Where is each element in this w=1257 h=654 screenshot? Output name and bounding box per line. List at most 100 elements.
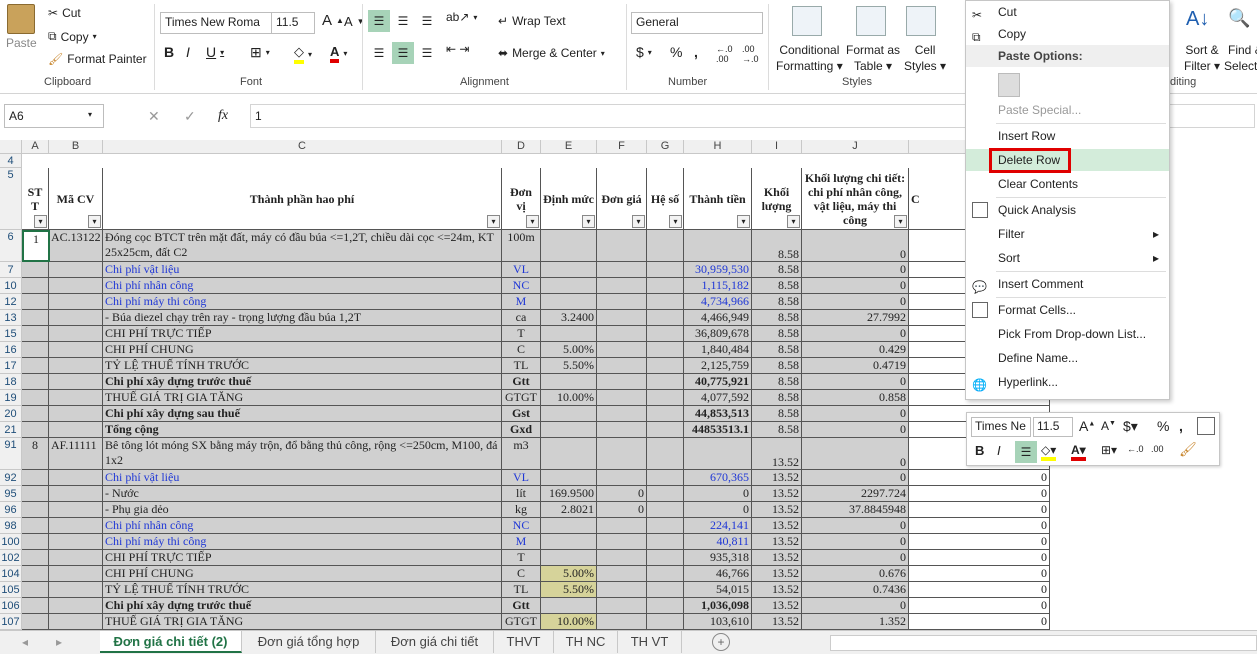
cell-f[interactable] <box>597 518 647 534</box>
filter-dropdown-icon[interactable]: ▾ <box>894 215 907 228</box>
fill-color-button[interactable]: ◇▾ <box>1041 443 1057 461</box>
number-format-select[interactable]: General <box>631 12 763 34</box>
cell-b[interactable] <box>49 310 103 326</box>
cell-c[interactable]: Tổng cộng <box>103 422 502 438</box>
mini-italic-button[interactable]: I <box>997 443 1001 458</box>
cell-j[interactable]: 0 <box>802 406 909 422</box>
borders-button[interactable]: ⊞▾ <box>250 44 270 61</box>
cell-f[interactable] <box>597 534 647 550</box>
cell-k[interactable]: 0 <box>909 486 1050 502</box>
cell-c[interactable]: Chi phí máy thi công <box>103 534 502 550</box>
cell-h[interactable]: 40,775,921 <box>684 374 752 390</box>
cell-h[interactable]: 44853513.1 <box>684 422 752 438</box>
cell-b[interactable] <box>49 550 103 566</box>
comma-button[interactable]: , <box>694 44 698 60</box>
cell-e[interactable]: 169.9500 <box>541 486 597 502</box>
cell-d[interactable]: NC <box>502 518 541 534</box>
column-header[interactable]: D <box>502 140 541 154</box>
cell-a[interactable] <box>22 342 49 358</box>
cell-i[interactable]: 13.52 <box>752 598 802 614</box>
cell-j[interactable]: 0 <box>802 230 909 262</box>
italic-button[interactable]: I <box>186 44 190 60</box>
cell-f[interactable]: 0 <box>597 502 647 518</box>
cell-c[interactable]: Chi phí xây dựng trước thuế <box>103 598 502 614</box>
cell-f[interactable] <box>597 342 647 358</box>
cell-k[interactable]: 0 <box>909 614 1050 630</box>
cell-k[interactable]: 0 <box>909 598 1050 614</box>
column-title[interactable]: Hệ số ▾ <box>647 168 684 230</box>
filter-dropdown-icon[interactable]: ▾ <box>669 215 682 228</box>
filter-dropdown-icon[interactable]: ▾ <box>787 215 800 228</box>
cell-j[interactable]: 0.858 <box>802 390 909 406</box>
cell-h[interactable] <box>684 438 752 470</box>
cell-b[interactable] <box>49 358 103 374</box>
cell-g[interactable] <box>647 486 684 502</box>
cell-i[interactable]: 8.58 <box>752 406 802 422</box>
percent-button[interactable]: % <box>1157 418 1169 434</box>
cell-f[interactable] <box>597 422 647 438</box>
column-header[interactable]: B <box>49 140 103 154</box>
cell-e[interactable] <box>541 374 597 390</box>
cell-i[interactable]: 13.52 <box>752 582 802 598</box>
cell-e[interactable] <box>541 326 597 342</box>
cell-h[interactable]: 4,466,949 <box>684 310 752 326</box>
row-header[interactable]: 17 <box>0 358 22 374</box>
cell-a[interactable] <box>22 614 49 630</box>
cell-j[interactable]: 0 <box>802 598 909 614</box>
currency-button[interactable]: $▾ <box>636 44 652 60</box>
indent-button[interactable]: ⇤ ⇥ <box>446 42 469 56</box>
cell-i[interactable]: 8.58 <box>752 358 802 374</box>
cell-g[interactable] <box>647 598 684 614</box>
cell-e[interactable] <box>541 470 597 486</box>
column-title[interactable]: Đơn vị ▾ <box>502 168 541 230</box>
cell-g[interactable] <box>647 518 684 534</box>
mini-font-select[interactable]: Times Ne <box>971 417 1031 437</box>
sheet-tab[interactable]: Đơn giá chi tiết (2) <box>100 631 242 653</box>
cell-e[interactable]: 5.50% <box>541 582 597 598</box>
cell-f[interactable] <box>597 262 647 278</box>
underline-button[interactable]: U ▾ <box>206 44 224 60</box>
cell-b[interactable] <box>49 294 103 310</box>
paste-button[interactable]: Paste <box>6 4 37 50</box>
cell-h[interactable]: 935,318 <box>684 550 752 566</box>
cell-i[interactable]: 13.52 <box>752 518 802 534</box>
filter-dropdown-icon[interactable]: ▾ <box>487 215 500 228</box>
cell-f[interactable] <box>597 374 647 390</box>
wrap-text-button[interactable]: ↵ Wrap Text <box>498 14 566 28</box>
cell-c[interactable]: - Búa diezel chạy trên ray - trọng lượng… <box>103 310 502 326</box>
cell-c[interactable]: TỶ LỆ THUẾ TÍNH TRƯỚC <box>103 582 502 598</box>
cell-c[interactable]: Chi phí xây dựng trước thuế <box>103 374 502 390</box>
cell-d[interactable]: GTGT <box>502 614 541 630</box>
cell-a[interactable] <box>22 534 49 550</box>
cell-j[interactable]: 0.4719 <box>802 358 909 374</box>
horizontal-scrollbar[interactable] <box>830 635 1257 651</box>
check-icon[interactable]: ✓ <box>184 108 196 125</box>
cell-j[interactable]: 0 <box>802 518 909 534</box>
row-header[interactable]: 95 <box>0 486 22 502</box>
column-header[interactable]: J <box>802 140 909 154</box>
cell-h[interactable]: 36,809,678 <box>684 326 752 342</box>
cell-a[interactable] <box>22 390 49 406</box>
cell-c[interactable]: Chi phí vật liệu <box>103 470 502 486</box>
cell-k[interactable]: 0 <box>909 470 1050 486</box>
cell-h[interactable]: 670,365 <box>684 470 752 486</box>
borders-button[interactable]: ⊞▾ <box>1101 443 1117 457</box>
column-title[interactable]: Khối lượng chi tiết: chi phí nhân công, … <box>802 168 909 230</box>
cell-j[interactable]: 0.7436 <box>802 582 909 598</box>
row-header[interactable]: 10 <box>0 278 22 294</box>
cell-e[interactable] <box>541 598 597 614</box>
cell-h[interactable]: 4,734,966 <box>684 294 752 310</box>
cell-d[interactable]: M <box>502 534 541 550</box>
cell-f[interactable] <box>597 230 647 262</box>
cell-g[interactable] <box>647 406 684 422</box>
cell-c[interactable]: CHI PHÍ CHUNG <box>103 342 502 358</box>
cell-g[interactable] <box>647 422 684 438</box>
filter-dropdown-icon[interactable]: ▾ <box>737 215 750 228</box>
sheet-tab[interactable]: THVT <box>494 631 554 653</box>
cell-h[interactable]: 40,811 <box>684 534 752 550</box>
cell-j[interactable]: 0 <box>802 262 909 278</box>
cell-d[interactable]: Gxd <box>502 422 541 438</box>
cell-f[interactable] <box>597 614 647 630</box>
menu-item-filter[interactable]: Filter ▸ <box>966 223 1169 245</box>
cell-k[interactable]: 0 <box>909 534 1050 550</box>
